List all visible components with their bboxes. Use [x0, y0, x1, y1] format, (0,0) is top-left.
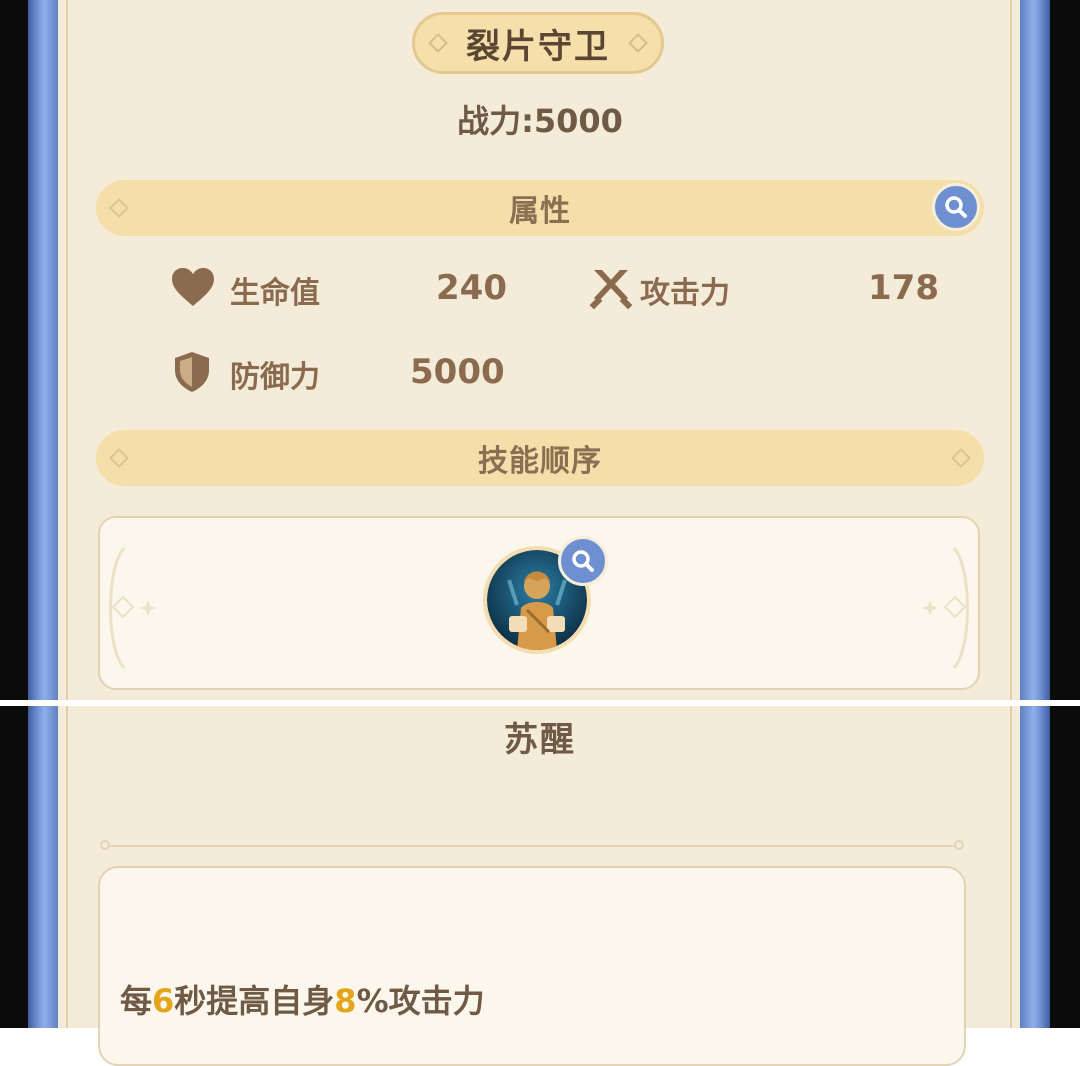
- attributes-section-label: 属性: [509, 194, 571, 229]
- skill-order-section-header: 技能顺序: [96, 430, 984, 486]
- character-name: 裂片守卫: [466, 26, 610, 67]
- defense-value: 5000: [410, 352, 505, 392]
- character-name-plate: 裂片守卫: [412, 12, 664, 74]
- combat-power: 战力:5000: [457, 102, 623, 140]
- attributes-info-button[interactable]: [932, 183, 980, 231]
- shield-icon: [175, 352, 209, 392]
- attack-value: 178: [868, 268, 939, 308]
- scroll-ornament-right-icon: [922, 546, 969, 670]
- skill-info-button[interactable]: [558, 536, 608, 586]
- skill-order-section-label: 技能顺序: [478, 444, 602, 479]
- swords-icon: [589, 270, 633, 310]
- diamond-ornament-icon: [428, 33, 448, 53]
- separator-line: [108, 845, 956, 847]
- scroll-ornament-left-icon: [109, 546, 156, 670]
- desc-text: %攻击力: [356, 982, 485, 1020]
- character-info-panel: 裂片守卫 战力:5000 属性 生命值 240 攻击力 178 防御力 5000…: [0, 0, 1080, 700]
- hp-label: 生命值: [230, 276, 320, 311]
- separator-end-dot: [954, 840, 964, 850]
- attributes-section-header: 属性: [96, 180, 984, 236]
- skill-description: 每6秒提高自身8%攻击力: [120, 976, 485, 1022]
- desc-text: 每: [120, 982, 153, 1020]
- diamond-ornament-icon: [109, 198, 129, 218]
- diamond-ornament-icon: [109, 448, 129, 468]
- skill-description-card: [98, 866, 966, 1066]
- diamond-ornament-icon: [628, 33, 648, 53]
- defense-label: 防御力: [230, 360, 320, 395]
- diamond-ornament-icon: [951, 448, 971, 468]
- attack-label: 攻击力: [640, 276, 730, 311]
- heart-icon: [172, 268, 214, 306]
- desc-highlight-interval: 6: [152, 982, 175, 1020]
- separator-end-dot: [100, 840, 110, 850]
- magnifier-icon: [945, 196, 967, 218]
- desc-text: 秒提高自身: [174, 982, 335, 1020]
- desc-highlight-percent: 8: [334, 982, 357, 1020]
- skill-name: 苏醒: [504, 720, 576, 760]
- hp-value: 240: [436, 268, 507, 308]
- magnifier-icon: [572, 550, 594, 572]
